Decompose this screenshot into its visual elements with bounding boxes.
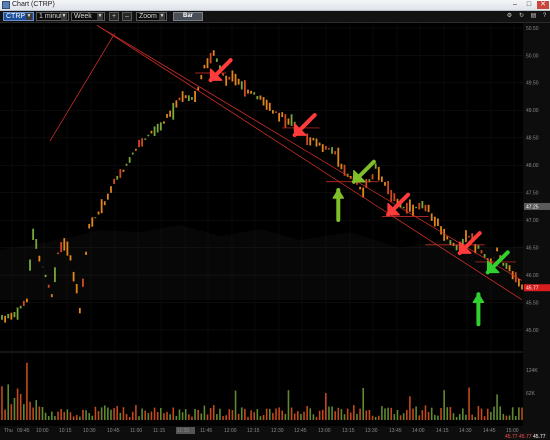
- time-tick-label: 14:15: [436, 428, 449, 434]
- app-icon: [2, 1, 10, 9]
- time-tick-label: 11:30: [177, 428, 189, 434]
- price-tick-label: 47.50: [526, 191, 539, 197]
- zoom-in-button[interactable]: –: [122, 12, 132, 21]
- help-icon[interactable]: ?: [540, 12, 549, 21]
- period-value: Week: [74, 13, 92, 20]
- maximize-icon[interactable]: □: [523, 1, 535, 9]
- time-tick-label: 14:00: [412, 428, 425, 434]
- time-tick-label: 11:45: [200, 428, 212, 434]
- price-tick-label: 45.50: [526, 300, 539, 306]
- price-tick-label: 46.50: [526, 245, 539, 251]
- chevron-down-icon[interactable]: ▼: [26, 13, 32, 20]
- time-tick-label: 12:15: [247, 428, 260, 434]
- marked-price-label: 47.25: [526, 204, 539, 210]
- price-tick-label: 48.50: [526, 136, 539, 142]
- time-tick-label: 10:45: [107, 428, 120, 434]
- time-tick-label: 12:00: [224, 428, 237, 434]
- volume-tick-label: 62K: [526, 391, 536, 397]
- price-tick-label: 50.50: [526, 26, 539, 32]
- time-tick-label: 10:15: [59, 428, 72, 434]
- time-tick-label: Thu: [4, 428, 13, 434]
- symbol-input[interactable]: CTRP ▼: [3, 12, 34, 21]
- time-tick-label: 10:30: [83, 428, 96, 434]
- time-tick-label: 13:15: [342, 428, 355, 434]
- window-title: Chart (CTRP): [12, 1, 55, 8]
- price-tick-label: 48.00: [526, 163, 539, 169]
- time-tick-label: 11:00: [130, 428, 142, 434]
- zoom-value: Zoom: [139, 13, 157, 20]
- price-tick-label: 50.00: [526, 53, 539, 59]
- bid-quote: 45.77: [505, 434, 518, 440]
- chart-toolbar: CTRP ▼ 1 minute ▼ Week ▼ + – Zoom ▼ Bar …: [0, 11, 550, 23]
- time-tick-label: 12:30: [271, 428, 284, 434]
- time-tick-label: 11:15: [153, 428, 165, 434]
- zoom-out-button[interactable]: +: [109, 12, 119, 21]
- bar-type-button[interactable]: Bar: [173, 12, 203, 21]
- price-tick-label: 49.00: [526, 108, 539, 114]
- close-icon[interactable]: ✕: [537, 1, 549, 9]
- window-titlebar[interactable]: Chart (CTRP) – □ ✕: [0, 0, 550, 11]
- time-tick-label: 13:45: [389, 428, 402, 434]
- price-tick-label: 46.00: [526, 273, 539, 279]
- price-chart[interactable]: 50.50 50.00 49.50 49.00 48.50 48.00 47.50 47.00…: [0, 0, 550, 440]
- minimize-icon[interactable]: –: [509, 1, 521, 9]
- price-tick-label: 47.00: [526, 218, 539, 224]
- interval-select[interactable]: 1 minute ▼: [36, 12, 69, 21]
- time-tick-label: 13:30: [365, 428, 378, 434]
- current-price-label: 45.77: [526, 286, 539, 292]
- time-tick-label: 10:00: [36, 428, 49, 434]
- chevron-down-icon[interactable]: ▼: [97, 13, 103, 20]
- refresh-icon[interactable]: ↻: [517, 12, 526, 21]
- chart-background: [0, 22, 523, 426]
- ask-quote: 45.77: [519, 434, 532, 440]
- time-tick-label: 14:45: [483, 428, 496, 434]
- settings-icon[interactable]: ⚙: [505, 12, 514, 21]
- symbol-value: CTRP: [6, 13, 26, 20]
- price-tick-label: 49.50: [526, 81, 539, 87]
- time-tick-label: 13:00: [318, 428, 331, 434]
- volume-tick-label: 124K: [526, 368, 538, 374]
- chevron-down-icon[interactable]: ▼: [61, 13, 67, 20]
- print-icon[interactable]: ▤: [529, 12, 538, 21]
- zoom-select[interactable]: Zoom ▼: [136, 12, 167, 21]
- chevron-down-icon[interactable]: ▼: [159, 13, 165, 20]
- price-tick-label: 45.00: [526, 328, 539, 334]
- time-tick-label: 09:45: [17, 428, 30, 434]
- time-tick-label: 14:30: [459, 428, 472, 434]
- period-select[interactable]: Week ▼: [71, 12, 105, 21]
- last-quote: 45.77: [533, 434, 546, 440]
- time-tick-label: 12:45: [294, 428, 307, 434]
